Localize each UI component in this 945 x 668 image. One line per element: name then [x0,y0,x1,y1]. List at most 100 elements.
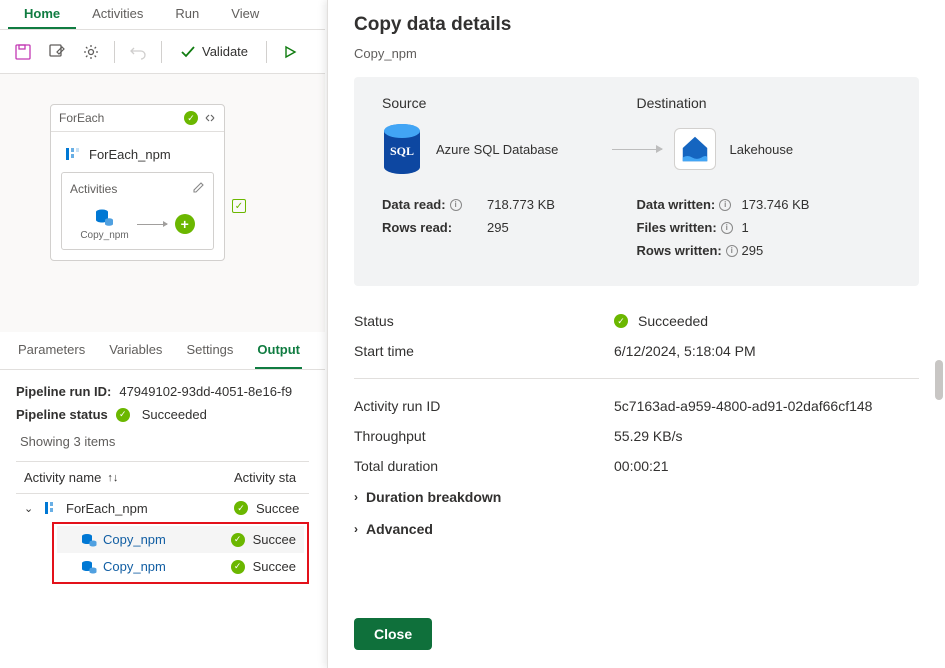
activities-container: Activities Copy_npm + [61,172,214,250]
row-name[interactable]: Copy_npm [103,532,166,547]
expand-icon[interactable]: ⌄ [24,502,40,515]
chevron-right-icon: › [354,490,358,504]
success-icon: ✓ [184,111,198,125]
stat-value: 718.773 KB [487,197,555,212]
meta-label: Status [354,313,614,329]
gear-icon [82,43,100,61]
lower-tabs: Parameters Variables Settings Output [0,332,325,370]
edit-icon[interactable] [192,181,205,197]
ribbon-tabs: Home Activities Run View [0,0,325,30]
save-pencil-icon [48,43,66,61]
table-row[interactable]: ⌄ ForEach_npm ✓Succee [16,494,309,522]
database-icon [81,533,97,547]
foreach-icon [65,146,81,162]
col-activity-status[interactable]: Activity sta [234,470,301,485]
tab-variables[interactable]: Variables [107,332,164,369]
sort-icon: ↑↓ [107,472,118,484]
info-icon[interactable]: i [719,199,731,211]
meta-label: Total duration [354,458,614,474]
meta-value: 00:00:21 [614,458,669,474]
row-status: Succee [253,559,296,574]
dest-heading: Destination [637,95,892,111]
tab-activities[interactable]: Activities [76,0,159,29]
info-icon[interactable]: i [721,222,733,234]
item-count: Showing 3 items [16,430,309,461]
separator [114,41,115,63]
tab-home[interactable]: Home [8,0,76,29]
toolbar: Validate [0,30,325,74]
source-dest-box: Source Destination SQL Azure SQL Databas… [354,77,919,286]
lakehouse-icon [674,128,716,170]
advanced-toggle[interactable]: ›Advanced [354,513,919,545]
sql-database-icon: SQL [382,123,422,175]
validate-label: Validate [202,44,248,59]
row-name[interactable]: Copy_npm [103,559,166,574]
save-as-button[interactable] [42,37,72,67]
highlighted-rows: Copy_npm ✓Succee Copy_npm ✓Succee [52,522,309,584]
tab-settings[interactable]: Settings [184,332,235,369]
run-id-value: 47949102-93dd-4051-8e16-f9 [119,384,292,399]
add-activity-button[interactable]: + [175,214,195,234]
stat-value: 1 [742,220,749,235]
stat-label: Data read: i [382,197,487,212]
flow-arrow [137,224,167,225]
row-name: ForEach_npm [66,501,148,516]
scrollbar[interactable] [935,360,943,400]
source-heading: Source [382,95,637,111]
meta-value: Succeeded [638,313,708,329]
play-icon [283,45,297,59]
foreach-icon [44,500,60,516]
collapse-icon[interactable] [204,112,216,124]
validate-button[interactable]: Validate [170,40,258,64]
close-button[interactable]: Close [354,618,432,650]
meta-label: Activity run ID [354,398,614,414]
info-icon[interactable]: i [726,245,738,257]
foreach-name: ForEach_npm [89,147,171,162]
stat-label: Files written: i [637,220,742,235]
success-icon: ✓ [231,533,245,547]
flow-arrow-icon [612,149,662,150]
details-panel: Copy data details Copy_npm Source Destin… [327,0,945,668]
save-button[interactable] [8,37,38,67]
table-row[interactable]: Copy_npm ✓Succee [57,553,304,580]
checkbox-icon[interactable]: ✓ [232,199,246,213]
meta-value: 55.29 KB/s [614,428,683,444]
success-icon: ✓ [234,501,248,515]
copy-activity-mini[interactable]: Copy_npm [80,207,128,241]
source-name: Azure SQL Database [436,142,558,157]
panel-subtitle: Copy_npm [354,46,919,61]
meta-value: 5c7163ad-a959-4800-ad91-02daf66cf148 [614,398,872,414]
info-icon[interactable]: i [450,199,462,211]
meta-value: 6/12/2024, 5:18:04 PM [614,343,756,359]
row-status: Succee [253,532,296,547]
pipeline-status-value: Succeeded [142,407,207,422]
foreach-type-label: ForEach [59,111,104,125]
stat-label: Rows written: i [637,243,742,258]
undo-icon [129,43,147,61]
pipeline-canvas[interactable]: ForEach ✓ ForEach_npm Activities [0,74,325,332]
activity-table-header: Activity name ↑↓ Activity sta [16,461,309,494]
col-activity-name[interactable]: Activity name ↑↓ [24,470,234,485]
check-icon [180,44,196,60]
stat-label: Data written: i [637,197,742,212]
stat-value: 295 [742,243,764,258]
undo-button[interactable] [123,37,153,67]
database-icon [94,207,114,227]
tab-run[interactable]: Run [159,0,215,29]
settings-button[interactable] [76,37,106,67]
run-id-label: Pipeline run ID: [16,384,111,399]
stat-value: 173.746 KB [742,197,810,212]
table-row[interactable]: Copy_npm ✓ Succee [57,526,304,553]
tab-parameters[interactable]: Parameters [16,332,87,369]
output-pane: Pipeline run ID: 47949102-93dd-4051-8e16… [0,370,325,598]
tab-view[interactable]: View [215,0,275,29]
foreach-activity[interactable]: ForEach ✓ ForEach_npm Activities [50,104,225,261]
meta-label: Start time [354,343,614,359]
tab-output[interactable]: Output [255,332,302,369]
divider [354,378,919,379]
duration-breakdown-toggle[interactable]: ›Duration breakdown [354,481,919,513]
stat-value: 295 [487,220,509,235]
dest-name: Lakehouse [730,142,794,157]
separator [161,41,162,63]
run-button[interactable] [275,37,305,67]
